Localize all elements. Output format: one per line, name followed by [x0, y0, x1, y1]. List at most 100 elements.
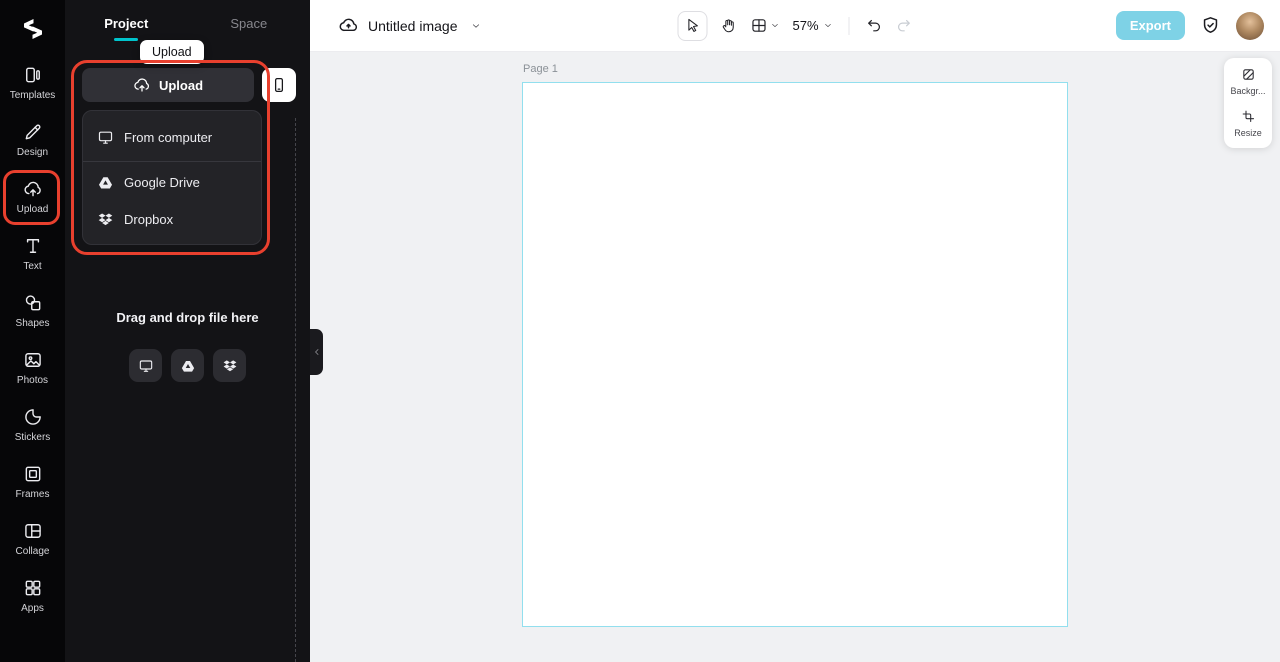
resize-button[interactable]: Resize [1224, 109, 1272, 138]
menu-item-label: Google Drive [124, 175, 200, 190]
document-title[interactable]: Untitled image [368, 18, 458, 34]
background-button[interactable]: Backgr... [1224, 67, 1272, 96]
chevron-down-icon[interactable] [471, 21, 481, 31]
chevron-down-icon [772, 24, 778, 27]
menu-item-label: From computer [124, 129, 213, 145]
collage-icon [23, 521, 43, 541]
select-tool-button[interactable] [677, 10, 708, 41]
topbar-right-group: Export [1115, 11, 1280, 40]
sidebar-item-label: Shapes [15, 317, 50, 329]
sidebar-item-label: Stickers [14, 431, 51, 443]
sidebar-item-apps[interactable]: Apps [0, 567, 65, 624]
menu-item-dropbox[interactable]: Dropbox [83, 201, 261, 238]
topbar: Untitled image 57% Export [310, 0, 1280, 52]
dropzone-dashed-border [295, 118, 296, 662]
upload-from-phone-button[interactable] [262, 68, 296, 102]
panel-collapse-handle[interactable] [310, 329, 323, 375]
sidebar-item-text[interactable]: Text [0, 225, 65, 282]
upload-tooltip: Upload [140, 40, 204, 64]
sidebar-item-collage[interactable]: Collage [0, 510, 65, 567]
grid-icon [752, 19, 766, 32]
upload-button-label: Upload [158, 77, 204, 93]
templates-icon [23, 65, 43, 85]
sidebar-item-frames[interactable]: Frames [0, 453, 65, 510]
sidebar-item-label: Apps [21, 602, 44, 614]
redo-icon [898, 19, 910, 32]
photos-icon [23, 350, 43, 370]
hand-icon [722, 19, 734, 33]
redo-button[interactable] [896, 17, 913, 34]
dropbox-icon [223, 359, 236, 371]
undo-button[interactable] [866, 17, 883, 34]
sidebar-item-label: Templates [9, 89, 56, 101]
menu-item-from-computer[interactable]: From computer [83, 115, 261, 159]
app-window: Templates Design Upload Text Shapes Phot… [0, 0, 1280, 662]
zoom-control[interactable]: 57% [792, 18, 832, 33]
primary-sidebar: Templates Design Upload Text Shapes Phot… [0, 0, 65, 662]
capcut-logo[interactable] [19, 4, 47, 54]
resize-icon [1242, 110, 1254, 123]
background-icon [1242, 69, 1254, 80]
sidebar-item-templates[interactable]: Templates [0, 54, 65, 111]
sidebar-item-label: Frames [15, 488, 50, 500]
resize-label: Resize [1234, 128, 1262, 138]
toolbar-divider [848, 16, 850, 35]
google-drive-icon [181, 360, 194, 372]
hand-tool-button[interactable] [720, 17, 737, 34]
sidebar-item-shapes[interactable]: Shapes [0, 282, 65, 339]
apps-icon [23, 578, 43, 598]
computer-icon [139, 359, 152, 372]
cloud-sync-icon[interactable] [338, 15, 359, 36]
sidebar-item-label: Text [23, 260, 42, 272]
sidebar-item-label: Upload [16, 203, 49, 215]
design-icon [23, 122, 43, 142]
tab-label: Space [230, 15, 268, 31]
export-button[interactable]: Export [1115, 11, 1185, 40]
stickers-icon [23, 407, 43, 427]
layout-tool-button[interactable] [750, 17, 779, 34]
sidebar-item-label: Design [16, 146, 49, 158]
frames-icon [23, 464, 43, 484]
upload-panel: Project Space Upload From computer Googl… [65, 0, 310, 662]
dropzone-computer-button[interactable] [129, 349, 162, 382]
chevron-down-icon [825, 24, 831, 27]
dropbox-icon [98, 213, 113, 226]
background-label: Backgr... [1230, 86, 1266, 96]
avatar[interactable] [1236, 11, 1264, 40]
menu-divider [83, 161, 261, 162]
cursor-icon [687, 18, 698, 32]
sidebar-item-label: Photos [16, 374, 49, 386]
sidebar-item-upload[interactable]: Upload [0, 168, 65, 225]
undo-icon [868, 19, 881, 32]
sidebar-item-photos[interactable]: Photos [0, 339, 65, 396]
page-label[interactable]: Page 1 [523, 63, 558, 75]
canvas-tools: 57% [677, 0, 912, 51]
phone-icon [274, 77, 284, 93]
shapes-icon [23, 293, 43, 313]
sidebar-item-label: Collage [15, 545, 50, 557]
upload-dropdown-menu: From computer Google Drive Dropbox [82, 110, 262, 245]
tab-space[interactable]: Space [188, 0, 311, 46]
computer-icon [98, 131, 113, 144]
upload-icon [23, 179, 43, 199]
canvas-area[interactable]: Page 1 Backgr... Resize [310, 52, 1280, 662]
shield-check-icon[interactable] [1200, 15, 1221, 36]
canvas-page[interactable] [522, 82, 1068, 627]
dropzone-dropbox-button[interactable] [213, 349, 246, 382]
dropzone-text: Drag and drop file here [116, 310, 259, 325]
text-icon [23, 236, 43, 256]
zoom-value: 57% [792, 18, 819, 33]
google-drive-icon [98, 177, 113, 189]
sidebar-item-stickers[interactable]: Stickers [0, 396, 65, 453]
dropzone-google-drive-button[interactable] [171, 349, 204, 382]
inspector-panel: Backgr... Resize [1224, 58, 1272, 148]
cloud-upload-icon [134, 78, 149, 92]
upload-button[interactable]: Upload [82, 68, 254, 102]
dropzone-buttons [65, 349, 310, 382]
menu-item-google-drive[interactable]: Google Drive [83, 164, 261, 201]
menu-item-label: Dropbox [124, 212, 174, 227]
main-area: Untitled image 57% Export Page 1 Backgr.… [310, 0, 1280, 662]
chevron-left-icon [314, 349, 318, 355]
sidebar-item-design[interactable]: Design [0, 111, 65, 168]
active-tab-underline [114, 38, 139, 41]
